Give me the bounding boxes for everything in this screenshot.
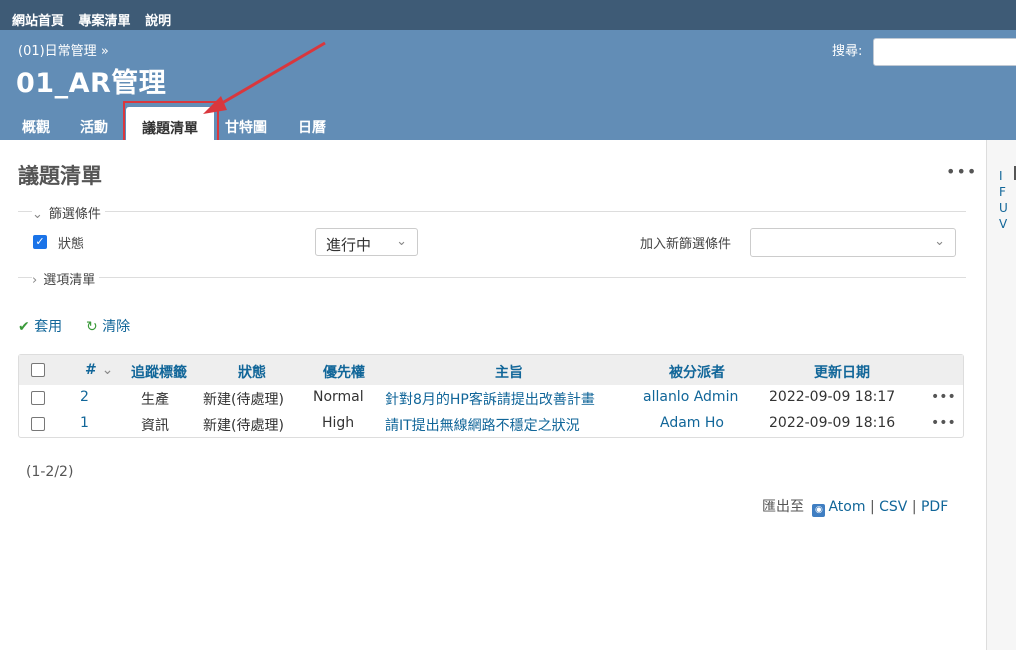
rss-feed-icon: ◉ [812,504,826,517]
column-header-id-label: # [85,362,97,378]
annotation-arrow [203,41,326,114]
column-header-priority[interactable]: 優先權 [323,362,365,382]
issue-updated: 2022-09-09 18:16 [769,415,896,431]
page-title: 議題清單 [18,164,102,188]
issue-priority: Normal [313,389,364,405]
tab-overview[interactable]: 概觀 [22,106,50,140]
pagination-info: (1-2/2) [26,464,74,480]
issue-id-link[interactable]: 1 [80,415,89,431]
clear-button[interactable]: ↻ 清除 [86,316,130,336]
table-header: # ⌄ 追蹤標籤 狀態 優先權 主旨 被分派者 更新日期 [19,355,963,385]
filters-legend: 篩選條件 [48,207,101,222]
apply-label: 套用 [34,319,63,335]
top-menu-help-link[interactable]: 說明 [145,14,171,29]
sidebar-links: I F U V [999,168,1008,232]
search-input[interactable] [873,38,1016,66]
options-legend: 選項清單 [43,273,96,288]
chevron-right-icon: › [32,273,38,288]
row-actions-icon[interactable]: ••• [931,415,956,431]
row-checkbox[interactable] [31,417,45,431]
issue-tracker: 生產 [141,392,169,408]
pdf-export-link[interactable]: PDF [921,499,948,515]
filters-toggle[interactable]: ⌄ 篩選條件 [32,203,105,222]
add-filter-label: 加入新篩選條件 [640,237,732,252]
issue-status: 新建(待處理) [203,418,284,434]
issue-assignee-link[interactable]: Adam Ho [660,415,724,431]
column-header-updated[interactable]: 更新日期 [814,362,870,382]
table-row[interactable]: 2 生產 新建(待處理) Normal 針對8月的HP客訴請提出改善計畫 all… [19,385,963,411]
chevron-down-icon: ⌄ [934,234,945,249]
chevron-down-icon: ⌄ [396,234,407,249]
column-header-subject[interactable]: 主旨 [495,362,523,382]
chevron-down-icon: ⌄ [32,207,43,222]
context-menu-icon[interactable]: ••• [946,162,977,181]
issue-status: 新建(待處理) [203,392,284,408]
sidebar-link[interactable]: V [999,216,1008,232]
row-actions-icon[interactable]: ••• [931,389,956,405]
top-menu-projects-link[interactable]: 專案清單 [79,14,131,29]
sort-desc-icon: ⌄ [101,362,114,378]
status-checkbox[interactable]: ✓ [33,235,47,249]
column-header-id[interactable]: # ⌄ [85,362,113,378]
sidebar-link[interactable]: F [999,184,1008,200]
project-title: 01_AR管理 [16,68,167,99]
issue-id-link[interactable]: 2 [80,389,89,405]
export-label: 匯出至 [762,499,804,515]
clear-label: 清除 [102,319,131,335]
table-row[interactable]: 1 資訊 新建(待處理) High 請IT提出無線網路不穩定之狀況 Adam H… [19,411,963,437]
export-separator: | [869,499,875,515]
sidebar-link[interactable]: I [999,168,1008,184]
column-header-assignee[interactable]: 被分派者 [669,362,725,382]
atom-export-link[interactable]: Atom [828,499,865,515]
options-toggle[interactable]: › 選項清單 [32,269,100,288]
issue-updated: 2022-09-09 18:17 [769,389,896,405]
search-label: 搜尋: [832,44,863,59]
breadcrumb[interactable]: (01)日常管理 » [18,40,109,59]
issue-assignee-link[interactable]: allanlo Admin [643,389,738,405]
column-header-tracker[interactable]: 追蹤標籤 [131,362,187,382]
row-checkbox[interactable] [31,391,45,405]
export-links: 匯出至 ◉ Atom | CSV | PDF [762,496,948,517]
issue-tracker: 資訊 [141,418,169,434]
top-menu: 網站首頁 專案清單 說明 [0,0,1016,30]
status-operator-select[interactable]: 進行中 ⌄ [315,228,418,256]
add-filter-select[interactable]: ⌄ [750,228,956,257]
options-divider [18,277,966,278]
issue-subject-link[interactable]: 針對8月的HP客訴請提出改善計畫 [385,389,595,409]
sidebar: I F U V [986,140,1016,650]
top-menu-home-link[interactable]: 網站首頁 [12,14,64,29]
export-separator: | [911,499,917,515]
sidebar-link[interactable]: U [999,200,1008,216]
status-filter-label: 狀態 [58,237,85,252]
main-content: 議題清單 ••• ⌄ 篩選條件 ✓ 狀態 進行中 ⌄ 加入新篩選條件 ⌄ › 選項清… [0,140,986,650]
apply-button[interactable]: ✔ 套用 [18,316,62,336]
reload-icon: ↻ [86,319,98,335]
checkmark-icon: ✔ [18,319,30,335]
issue-subject-link[interactable]: 請IT提出無線網路不穩定之狀況 [385,415,580,435]
filters-divider [18,211,966,212]
tab-activity[interactable]: 活動 [80,106,108,140]
issues-table: # ⌄ 追蹤標籤 狀態 優先權 主旨 被分派者 更新日期 2 生產 新建(待處理… [18,354,964,438]
select-all-checkbox[interactable] [31,363,45,377]
issue-priority: High [322,415,355,431]
csv-export-link[interactable]: CSV [879,499,907,515]
column-header-status[interactable]: 狀態 [238,362,266,382]
status-operator-value: 進行中 [326,236,372,254]
